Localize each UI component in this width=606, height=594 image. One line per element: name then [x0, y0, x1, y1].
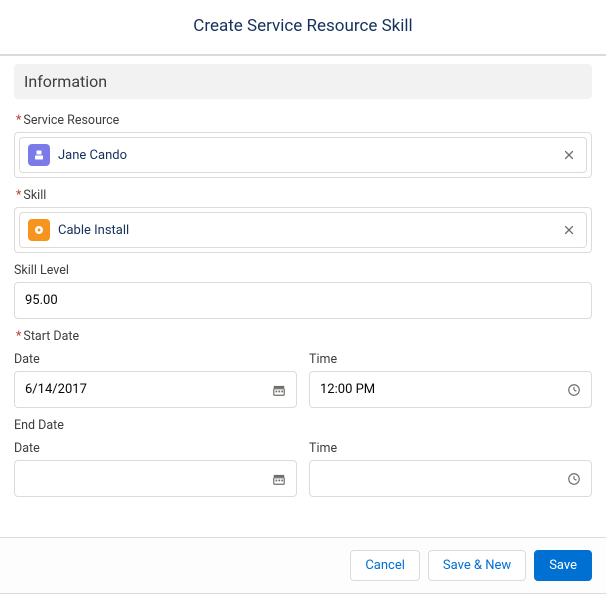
skill-level-input[interactable]	[14, 282, 592, 319]
end-date-input[interactable]	[14, 460, 297, 497]
label-skill-level: Skill Level	[14, 263, 592, 278]
save-button[interactable]: Save	[534, 550, 592, 581]
label-end-date-date: Date	[14, 441, 297, 456]
service-resource-pill: Jane Cando	[19, 137, 587, 173]
service-resource-lookup[interactable]: Jane Cando	[14, 132, 592, 178]
close-icon	[563, 149, 575, 161]
skill-icon	[28, 219, 50, 241]
resource-icon	[28, 144, 50, 166]
label-end-date-time: Time	[309, 441, 592, 456]
label-skill: Skill	[14, 188, 592, 203]
label-start-date-date: Date	[14, 352, 297, 367]
start-time-input[interactable]	[309, 371, 592, 408]
label-end-date: End Date	[14, 418, 592, 433]
label-start-date-time: Time	[309, 352, 592, 367]
modal-footer: Cancel Save & New Save	[0, 537, 606, 593]
skill-lookup[interactable]: Cable Install	[14, 207, 592, 253]
create-service-resource-skill-modal: Create Service Resource Skill Informatio…	[0, 0, 606, 594]
end-time-input[interactable]	[309, 460, 592, 497]
skill-pill: Cable Install	[19, 212, 587, 248]
save-and-new-button[interactable]: Save & New	[428, 550, 526, 581]
label-service-resource: Service Resource	[14, 113, 592, 128]
skill-value: Cable Install	[58, 223, 552, 238]
service-resource-value: Jane Cando	[58, 148, 552, 163]
modal-body: Information Service Resource Jane Cando …	[0, 56, 606, 537]
modal-title: Create Service Resource Skill	[0, 0, 606, 56]
label-start-date: Start Date	[14, 329, 592, 344]
cancel-button[interactable]: Cancel	[350, 550, 420, 581]
start-date-input[interactable]	[14, 371, 297, 408]
remove-skill[interactable]	[560, 221, 578, 239]
remove-service-resource[interactable]	[560, 146, 578, 164]
section-information: Information	[14, 64, 592, 99]
close-icon	[563, 224, 575, 236]
